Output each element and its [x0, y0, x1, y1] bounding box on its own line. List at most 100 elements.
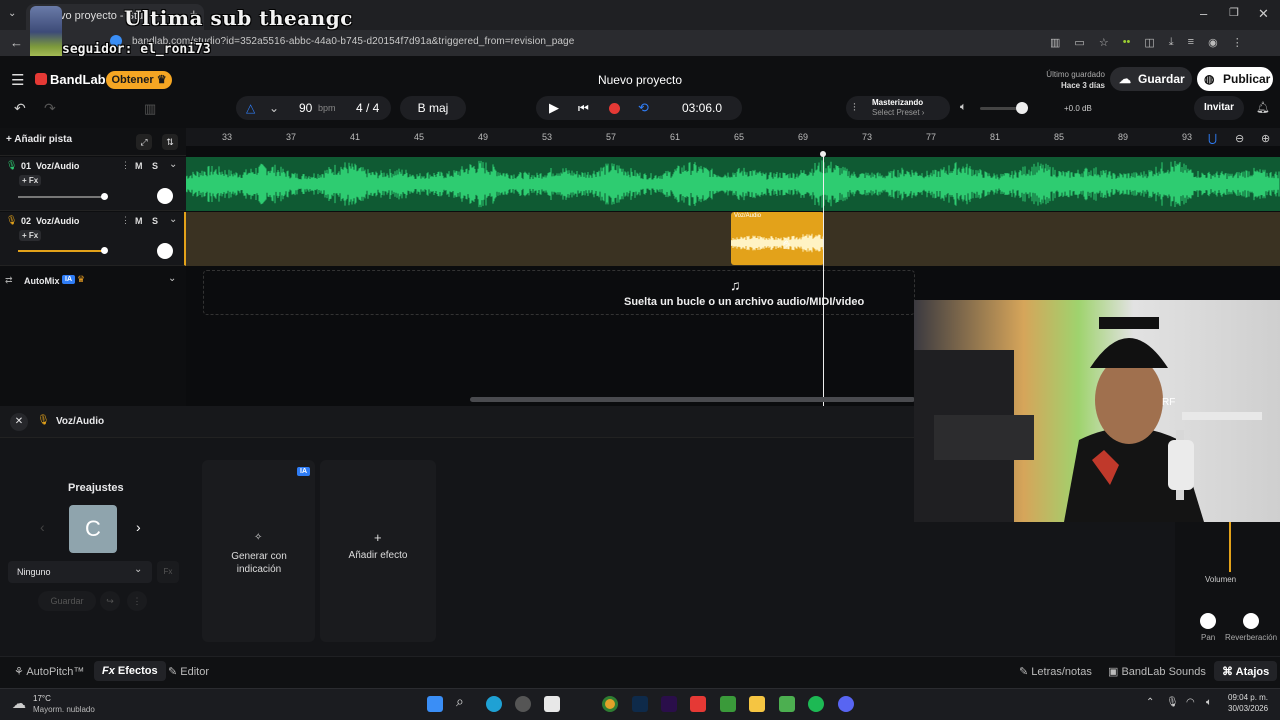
track-1-name[interactable]: Voz/Audio	[36, 161, 79, 171]
volume-fader[interactable]	[1229, 522, 1231, 572]
preset-thumbnail[interactable]: C	[69, 505, 117, 553]
start-icon[interactable]	[427, 696, 443, 712]
track-2-mute[interactable]: M	[135, 216, 143, 226]
fx-preset-icon[interactable]: Fx	[157, 561, 179, 583]
notifications-icon[interactable]: 🔔︎	[1256, 101, 1270, 114]
bpm-value[interactable]: 90	[299, 96, 312, 120]
track-2-volume-handle[interactable]	[101, 247, 108, 254]
spotify-icon[interactable]	[808, 696, 824, 712]
editor-tab[interactable]: ✎ Editor	[168, 665, 209, 678]
timeline-scrollbar[interactable]	[470, 397, 915, 402]
chrome-icon[interactable]	[602, 696, 618, 712]
weather-icon[interactable]: ☁	[12, 695, 26, 712]
track-options-icon[interactable]: ⇅	[162, 134, 178, 150]
play-icon[interactable]: ▶	[549, 96, 559, 120]
track-2-name[interactable]: Voz/Audio	[36, 216, 79, 226]
track-1-add-fx[interactable]: + Fx	[19, 175, 42, 186]
mastering-button[interactable]: ⫶ Masterizando Select Preset ›	[846, 96, 950, 120]
playhead-handle[interactable]	[820, 151, 826, 157]
track-2-add-fx[interactable]: + Fx	[19, 230, 42, 241]
automix-label[interactable]: AutoMix	[24, 276, 60, 286]
download-icon[interactable]: ⤓	[1169, 36, 1174, 49]
add-effect-card[interactable]: + Añadir efecto	[320, 460, 436, 642]
drop-zone[interactable]: ♫ Suelta un bucle o un archivo audio/MID…	[203, 270, 915, 315]
cast-icon[interactable]: ▭	[1074, 36, 1084, 49]
track-2-pan-knob[interactable]	[157, 243, 173, 259]
bandlab-sounds-tab[interactable]: ▣ BandLab Sounds	[1108, 665, 1206, 678]
wand-icon[interactable]: ⤢	[136, 134, 152, 150]
reader-icon[interactable]: ▥	[1050, 36, 1060, 49]
magnet-snap-icon[interactable]: ⋃	[1208, 132, 1217, 145]
media-icon[interactable]: ≡	[1188, 36, 1194, 49]
close-window-icon[interactable]: ✕	[1258, 6, 1269, 22]
save-button[interactable]: ☁ Guardar	[1110, 67, 1192, 91]
loop-icon[interactable]: ⟲	[638, 96, 649, 120]
effects-tab[interactable]: Fx Efectos	[94, 661, 166, 681]
reverb-knob[interactable]	[1243, 613, 1259, 629]
speaker-icon[interactable]: 🔈︎	[960, 101, 967, 114]
back-icon[interactable]: ←	[10, 35, 23, 50]
tray-expand-icon[interactable]: ⌃	[1146, 697, 1154, 708]
track-2-solo[interactable]: S	[152, 216, 158, 226]
track-1-lane[interactable]	[186, 157, 1280, 211]
close-panel-icon[interactable]: ✕	[10, 413, 28, 431]
track-2-header[interactable]: 🎙︎ 02 Voz/Audio ⋮ M S ⌄ + Fx	[0, 212, 186, 266]
track-2-expand-icon[interactable]: ⌄	[169, 214, 177, 225]
discord-icon[interactable]	[838, 696, 854, 712]
publish-button[interactable]: ◍ Publicar	[1197, 67, 1273, 91]
add-track-button[interactable]: + Añadir pista	[6, 134, 72, 145]
tray-mic-icon[interactable]: 🎙︎	[1166, 697, 1179, 708]
minimize-icon[interactable]: –	[1200, 6, 1207, 21]
skip-back-icon[interactable]: ⏮	[578, 96, 589, 120]
zoom-in-icon[interactable]: ⊕	[1261, 132, 1270, 145]
pan-knob[interactable]	[1200, 613, 1216, 629]
preset-more-icon[interactable]: ⋮	[127, 591, 147, 611]
track-1-solo[interactable]: S	[152, 161, 158, 171]
track-2-more-icon[interactable]: ⋮	[121, 215, 130, 226]
track-2-audio-clip[interactable]: Voz/Audio ✋︎	[731, 212, 824, 265]
premiere-icon[interactable]	[661, 696, 677, 712]
minecraft-icon[interactable]	[720, 696, 736, 712]
bookmark-icon[interactable]: ☆	[1099, 36, 1109, 49]
time-signature[interactable]: 4 / 4	[356, 96, 379, 120]
profile-icon[interactable]: ◉	[1208, 36, 1218, 49]
next-preset-icon[interactable]: ›	[136, 519, 141, 535]
search-icon[interactable]: ⌕	[456, 693, 464, 710]
get-premium-button[interactable]: Obtener ♛	[106, 71, 172, 89]
extension-dots-icon[interactable]: ••	[1123, 36, 1131, 49]
track-1-expand-icon[interactable]: ⌄	[169, 159, 177, 170]
autopitch-tab[interactable]: ⚘ AutoPitch™	[14, 665, 84, 678]
settings-icon[interactable]	[515, 696, 531, 712]
store-icon[interactable]	[544, 696, 560, 712]
save-preset-button[interactable]: Guardar	[38, 591, 96, 611]
share-preset-icon[interactable]: ↪	[100, 591, 120, 611]
track-1-pan-knob[interactable]	[157, 188, 173, 204]
preset-select[interactable]: Ninguno ⌄	[8, 561, 152, 583]
photoshop-icon[interactable]	[632, 696, 648, 712]
zoom-out-icon[interactable]: ⊖	[1235, 132, 1244, 145]
track-1-header[interactable]: 🎙︎ 01 Voz/Audio ⋮ M S ⌄ + Fx	[0, 157, 186, 211]
maximize-icon[interactable]: ❐	[1229, 6, 1239, 19]
automix-expand-icon[interactable]: ⌄	[168, 273, 176, 284]
lyrics-tab[interactable]: ✎ Letras/notas	[1019, 665, 1092, 678]
shortcuts-button[interactable]: ⌘ Atajos	[1214, 661, 1278, 681]
playhead[interactable]	[823, 152, 824, 406]
prev-preset-icon[interactable]: ‹	[40, 519, 45, 535]
file-explorer-icon[interactable]	[749, 696, 765, 712]
bandlab-logo[interactable]: BandLab	[50, 72, 106, 87]
track-2-volume-slider[interactable]	[18, 250, 106, 252]
track-1-mute[interactable]: M	[135, 161, 143, 171]
track-1-volume-handle[interactable]	[101, 193, 108, 200]
tray-volume-icon[interactable]: 🔈︎	[1206, 697, 1212, 708]
track-1-more-icon[interactable]: ⋮	[121, 160, 130, 171]
menu-icon[interactable]: ⋮	[1232, 36, 1243, 49]
edge-icon[interactable]	[486, 696, 502, 712]
key-selector[interactable]: B maj	[400, 96, 466, 120]
generate-effect-card[interactable]: IA ✧ Generar con indicación	[202, 460, 315, 642]
app-cube-icon[interactable]	[779, 696, 795, 712]
tray-wifi-icon[interactable]: ◠	[1186, 697, 1195, 708]
track-1-volume-slider[interactable]	[18, 196, 106, 198]
project-title[interactable]: Nuevo proyecto	[560, 73, 720, 87]
undo-icon[interactable]: ↶	[14, 100, 26, 117]
extensions-icon[interactable]: ◫	[1144, 36, 1154, 49]
